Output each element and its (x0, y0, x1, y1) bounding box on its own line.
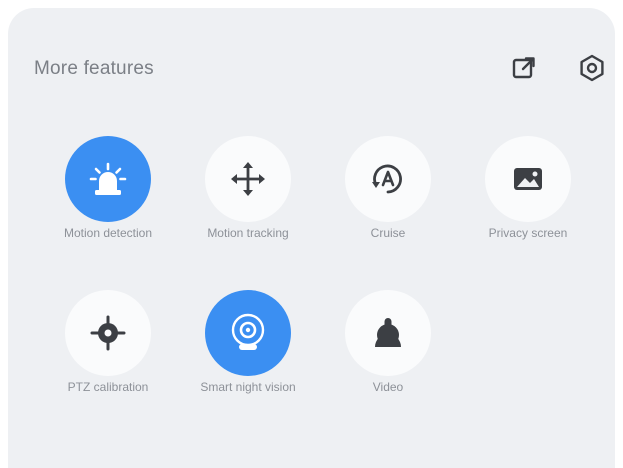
feature-label: Video (372, 380, 404, 394)
privacy-image-icon (514, 168, 542, 190)
night-vision-icon (231, 313, 265, 350)
feature-privacy-screen[interactable]: Privacy screen (453, 136, 603, 276)
more-features-panel: More features Motion detection Motion tr… (8, 8, 615, 468)
joystick-icon (375, 318, 401, 347)
panel-title: More features (34, 58, 154, 79)
feature-video[interactable]: Video (313, 290, 463, 430)
feature-ptz-calibration[interactable]: PTZ calibration (33, 290, 183, 430)
open-external-icon (512, 57, 535, 79)
privacy-screen-circle (485, 136, 571, 222)
target-crosshair-icon (90, 315, 126, 351)
feature-label: Cruise (370, 226, 406, 240)
feature-label: Privacy screen (488, 226, 568, 240)
feature-smart-night-vision[interactable]: Smart night vision (173, 290, 323, 430)
gear-icon (580, 54, 604, 82)
motion-tracking-circle (205, 136, 291, 222)
feature-motion-tracking[interactable]: Motion tracking (173, 136, 323, 276)
settings-button[interactable] (576, 52, 608, 84)
feature-label: Smart night vision (200, 380, 296, 394)
feature-motion-detection[interactable]: Motion detection (33, 136, 183, 276)
auto-rotate-icon (372, 164, 402, 194)
ptz-calibration-circle (65, 290, 151, 376)
cruise-circle (345, 136, 431, 222)
feature-label: Motion tracking (207, 226, 289, 240)
feature-label: PTZ calibration (67, 380, 149, 394)
feature-label: Motion detection (63, 226, 153, 240)
siren-icon (89, 162, 127, 195)
open-external-button[interactable] (508, 52, 540, 84)
move-arrows-icon (231, 162, 265, 196)
video-circle (345, 290, 431, 376)
motion-detection-circle (65, 136, 151, 222)
smart-night-vision-circle (205, 290, 291, 376)
feature-cruise[interactable]: Cruise (313, 136, 463, 276)
